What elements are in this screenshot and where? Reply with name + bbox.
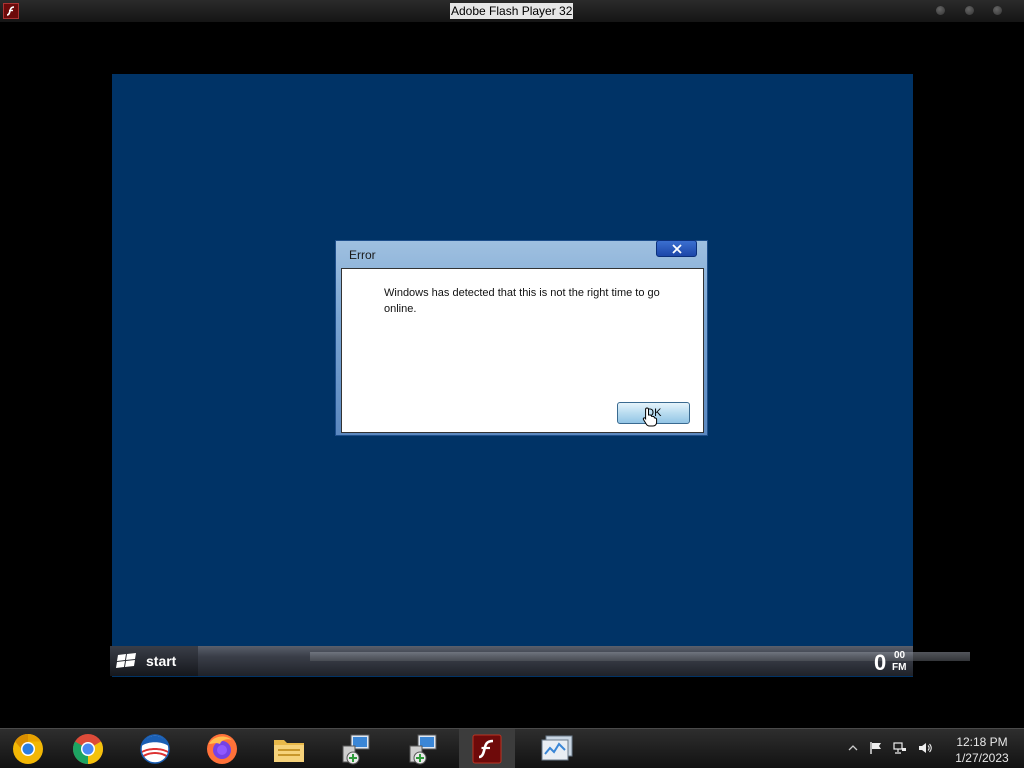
system-monitor-icon xyxy=(541,735,573,760)
sim-clock: 0 00 FM xyxy=(872,648,912,676)
volume-icon[interactable] xyxy=(918,741,932,755)
network-setup-icon xyxy=(409,734,437,764)
maximize-button[interactable] xyxy=(965,6,974,15)
firefox-icon xyxy=(207,733,237,764)
file-explorer-icon xyxy=(274,739,304,762)
flash-player-icon xyxy=(472,734,502,763)
sim-taskbar-highlight xyxy=(310,652,970,661)
taskbar-item-obama[interactable] xyxy=(127,729,183,768)
dialog-close-button[interactable] xyxy=(656,240,697,257)
error-dialog: Error Windows has detected that this is … xyxy=(335,240,708,436)
minimize-button[interactable] xyxy=(936,6,945,15)
dialog-message: Windows has detected that this is not th… xyxy=(384,287,660,315)
hand-cursor-icon xyxy=(642,407,658,427)
sim-clock-minute: 00 xyxy=(894,650,906,661)
network-setup-icon xyxy=(342,734,370,764)
taskbar-item-file-explorer[interactable] xyxy=(261,729,317,768)
sim-start-label: start xyxy=(146,653,177,669)
taskbar-item-chrome[interactable] xyxy=(60,729,116,768)
taskbar-item-firefox[interactable] xyxy=(194,729,250,768)
taskbar-item-chrome-canary[interactable] xyxy=(0,729,56,768)
dialog-body: Windows has detected that this is not th… xyxy=(341,268,704,433)
action-center-flag-icon[interactable] xyxy=(869,741,883,755)
taskbar-time: 12:18 PM xyxy=(956,735,1008,749)
obama-logo-icon xyxy=(140,733,170,764)
windows-logo-icon xyxy=(116,653,136,668)
sim-clock-ampm: FM xyxy=(892,662,907,673)
show-hidden-icons-icon[interactable] xyxy=(846,741,860,755)
window-title: Adobe Flash Player 32 xyxy=(450,3,574,19)
close-icon xyxy=(671,243,682,254)
taskbar-clock[interactable]: 12:18 PM 1/27/2023 xyxy=(944,734,1020,766)
chrome-icon xyxy=(72,733,104,764)
chrome-canary-icon xyxy=(13,733,43,764)
host-taskbar: 12:18 PM 1/27/2023 xyxy=(0,728,1024,768)
sim-clock-hour: 0 xyxy=(874,650,887,675)
taskbar-date: 1/27/2023 xyxy=(955,751,1009,765)
taskbar-item-network-setup-1[interactable] xyxy=(328,729,384,768)
network-icon[interactable] xyxy=(893,741,907,755)
flash-icon xyxy=(3,3,19,19)
taskbar-item-flash-player[interactable] xyxy=(459,729,515,768)
taskbar-item-system-monitor[interactable] xyxy=(529,729,585,768)
flash-player-titlebar[interactable]: Adobe Flash Player 32 xyxy=(0,0,1024,22)
sim-taskbar xyxy=(110,646,970,676)
taskbar-item-network-setup-2[interactable] xyxy=(395,729,451,768)
sim-start-button[interactable]: start xyxy=(110,646,198,676)
close-window-button[interactable] xyxy=(993,6,1002,15)
dialog-title: Error xyxy=(349,248,376,262)
